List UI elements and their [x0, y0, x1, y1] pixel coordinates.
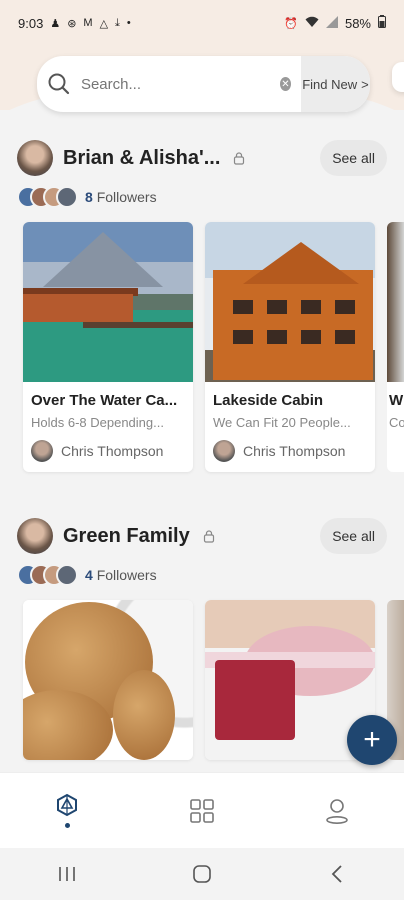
more-dot-icon: • [126, 17, 131, 29]
wifi-icon [305, 16, 319, 31]
status-time: 9:03 [18, 15, 44, 31]
plus-icon: + [363, 723, 381, 756]
lock-icon [203, 530, 214, 543]
recent-apps-icon[interactable] [47, 854, 87, 894]
follower-avatar [56, 186, 78, 208]
active-indicator [64, 823, 70, 828]
author-avatar [31, 440, 53, 462]
followers-text: 4 Followers [85, 567, 157, 583]
side-menu-peek[interactable] [392, 62, 404, 92]
card-subtitle: We Can Fit 20 People... [213, 415, 351, 430]
group-title[interactable]: Green Family [63, 525, 190, 548]
battery-percent: 58% [344, 15, 371, 31]
card-title: Lakeside Cabin [213, 392, 324, 409]
group-avatar[interactable] [17, 518, 53, 554]
grid-icon [190, 798, 214, 823]
see-all-button[interactable]: See all [320, 140, 387, 176]
followers-text: 8 Followers [85, 189, 157, 205]
profile-icon [325, 798, 348, 824]
system-nav-bar [0, 848, 404, 900]
clear-search-icon[interactable]: ✕ [279, 77, 291, 91]
search-input[interactable] [80, 56, 280, 112]
card-author: Chris Thompson [213, 440, 367, 462]
status-bar: 9:03 ♟ ⊛ M △ ⤓ • ⏰ 58% [0, 0, 404, 46]
find-new-button[interactable]: Find New > [300, 56, 370, 112]
group-header: Brian & Alisha'... See all [17, 140, 387, 176]
find-new-label: Find New [302, 76, 358, 92]
bottom-nav [0, 772, 404, 848]
download-icon: ⤓ [115, 16, 120, 29]
see-all-label: See all [332, 528, 375, 544]
followers-count: 4 [85, 567, 93, 583]
lock-icon [234, 152, 245, 165]
followers-label: Followers [96, 189, 157, 205]
follower-avatar [56, 564, 78, 586]
card-image [205, 222, 375, 382]
card-subtitle: Holds 6-8 Depending... [31, 415, 164, 430]
explore-icon [57, 793, 78, 817]
post-card[interactable]: Lakeside Cabin We Can Fit 20 People... C… [205, 222, 375, 472]
card-subtitle: Co [389, 415, 404, 430]
card-author: Chris Thompson [31, 440, 185, 462]
search-bar: ✕ Find New > [37, 56, 370, 112]
card-title: W [389, 392, 404, 409]
see-all-button[interactable]: See all [320, 518, 387, 554]
notification-icon: ♟ [50, 17, 61, 30]
card-image [23, 222, 193, 382]
post-card[interactable] [23, 600, 193, 760]
add-fab-button[interactable]: + [347, 715, 397, 765]
post-card[interactable]: Over The Water Ca... Holds 6-8 Depending… [23, 222, 193, 472]
card-carousel: Over The Water Ca... Holds 6-8 Depending… [23, 222, 404, 472]
post-card-peek[interactable]: W Co [387, 222, 404, 472]
app-icon: ⊛ [67, 17, 77, 30]
nav-profile[interactable] [307, 781, 367, 841]
author-avatar [213, 440, 235, 462]
author-name: Chris Thompson [243, 443, 346, 459]
card-image [387, 222, 404, 382]
signal-icon [325, 15, 338, 31]
chevron-right-icon: > [361, 76, 369, 92]
battery-icon [378, 15, 386, 31]
status-left: 9:03 ♟ ⊛ M △ ⤓ • [18, 16, 131, 31]
home-icon[interactable] [182, 854, 222, 894]
author-name: Chris Thompson [61, 443, 164, 459]
back-icon[interactable] [317, 854, 357, 894]
see-all-label: See all [332, 150, 375, 166]
followers-row[interactable]: 4 Followers [17, 564, 157, 586]
card-title: Over The Water Ca... [31, 392, 178, 409]
status-right: ⏰ 58% [284, 15, 386, 31]
alarm-icon: ⏰ [284, 17, 298, 30]
followers-label: Followers [96, 567, 157, 583]
group-title[interactable]: Brian & Alisha'... [63, 147, 220, 170]
nav-explore[interactable] [37, 781, 97, 841]
group-avatar[interactable] [17, 140, 53, 176]
group-header: Green Family See all [17, 518, 387, 554]
followers-row[interactable]: 8 Followers [17, 186, 157, 208]
gmail-icon: M [83, 17, 93, 29]
nav-collections[interactable] [172, 781, 232, 841]
recycle-icon: △ [99, 17, 109, 30]
card-image [23, 600, 193, 760]
followers-count: 8 [85, 189, 93, 205]
search-icon[interactable] [37, 56, 81, 112]
